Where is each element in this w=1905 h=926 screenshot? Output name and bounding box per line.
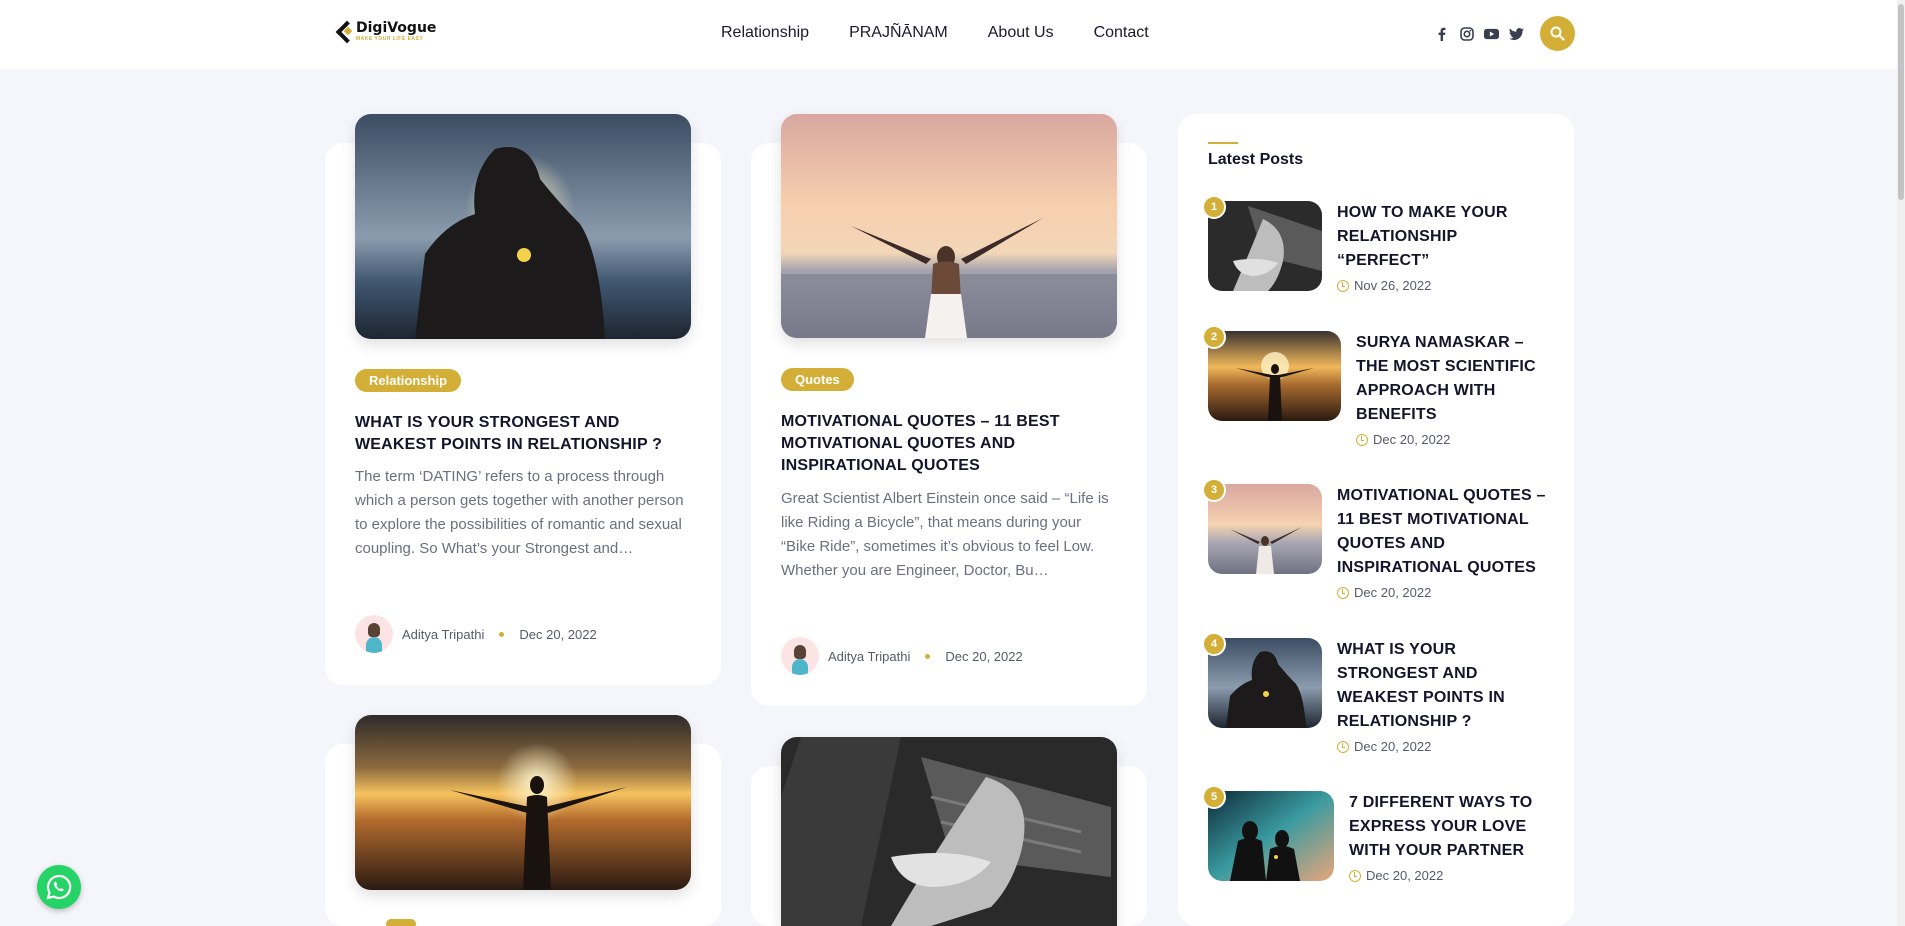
post-excerpt: The term ‘DATING’ refers to a process th… (355, 468, 684, 557)
post-meta: Aditya Tripathi Dec 20, 2022 (781, 637, 1023, 675)
post-rank-badge: 3 (1202, 478, 1226, 502)
main-nav: Relationship PRAJÑĀNAM About Us Contact (721, 24, 1189, 42)
sidebar-post[interactable]: 3 MOTIVATIONAL QUOTES – 11 BEST MOTIVATI… (1202, 478, 1552, 600)
sidebar-post[interactable]: 2 SURYA NAMASKAR – THE MOST SCIENTIFIC A… (1202, 325, 1552, 447)
youtube-icon[interactable] (1484, 26, 1499, 41)
search-icon (1550, 26, 1565, 41)
post-title[interactable]: WHAT IS YOUR STRONGEST AND WEAKEST POINT… (355, 412, 691, 456)
clock-icon (1337, 740, 1349, 753)
sidebar-post-title[interactable]: 7 DIFFERENT WAYS TO EXPRESS YOUR LOVE WI… (1349, 791, 1554, 863)
author-name[interactable]: Aditya Tripathi (402, 627, 484, 642)
meta-separator (499, 631, 505, 637)
twitter-icon[interactable] (1509, 26, 1524, 41)
post-rank-badge: 1 (1202, 195, 1226, 219)
post-image[interactable] (781, 114, 1117, 338)
logo-name: DigiVogue (356, 20, 437, 36)
sidebar-title: Latest Posts (1208, 151, 1304, 168)
social-links (1434, 26, 1524, 41)
sidebar-post[interactable]: 1 HOW TO MAKE YOUR RELATIONSHIP “PERFECT… (1202, 195, 1547, 293)
nav-prajnanam[interactable]: PRAJÑĀNAM (849, 24, 948, 42)
sidebar-post-date: Dec 20, 2022 (1354, 739, 1432, 754)
nav-relationship[interactable]: Relationship (721, 24, 809, 42)
sidebar-post-date: Dec 20, 2022 (1354, 585, 1432, 600)
sidebar-post-thumbnail[interactable] (1208, 791, 1334, 881)
whatsapp-icon (46, 874, 72, 900)
clock-icon (1356, 433, 1368, 446)
avatar[interactable] (781, 637, 819, 675)
nav-contact[interactable]: Contact (1094, 24, 1149, 42)
post-date: Dec 20, 2022 (519, 626, 597, 642)
post-date: Dec 20, 2022 (945, 648, 1023, 664)
avatar[interactable] (355, 615, 393, 653)
post-rank-badge: 2 (1202, 325, 1226, 349)
logo-mark-icon (337, 21, 353, 41)
sidebar-post-date-row: Dec 20, 2022 (1356, 432, 1552, 447)
title-accent-line (1208, 142, 1238, 144)
whatsapp-chat-button[interactable] (37, 865, 81, 909)
sidebar-post-thumbnail[interactable] (1208, 638, 1322, 728)
meta-separator (925, 653, 931, 659)
sidebar-post[interactable]: 5 7 DIFFERENT WAYS TO EXPRESS YOUR LOVE … (1202, 785, 1554, 883)
sidebar-post-title[interactable]: SURYA NAMASKAR – THE MOST SCIENTIFIC APP… (1356, 331, 1552, 427)
post-rank-badge: 4 (1202, 632, 1226, 656)
post-title[interactable]: MOTIVATIONAL QUOTES – 11 BEST MOTIVATION… (781, 411, 1117, 477)
page-scrollbar[interactable] (1897, 0, 1905, 926)
sidebar-post-date-row: Dec 20, 2022 (1337, 585, 1552, 600)
sidebar-post-title[interactable]: WHAT IS YOUR STRONGEST AND WEAKEST POINT… (1337, 638, 1533, 734)
site-logo[interactable]: DigiVogue MAKE YOUR LIFE EASY (337, 20, 436, 42)
clock-icon (1337, 279, 1349, 292)
sidebar-post-title[interactable]: HOW TO MAKE YOUR RELATIONSHIP “PERFECT” (1337, 201, 1547, 273)
clock-icon (1337, 586, 1349, 599)
facebook-icon[interactable] (1434, 26, 1449, 41)
logo-tagline: MAKE YOUR LIFE EASY (356, 36, 424, 42)
nav-about-us[interactable]: About Us (988, 24, 1054, 42)
sidebar-post[interactable]: 4 WHAT IS YOUR STRONGEST AND WEAKEST POI… (1202, 632, 1533, 754)
search-button[interactable] (1540, 16, 1575, 51)
sidebar-post-title[interactable]: MOTIVATIONAL QUOTES – 11 BEST MOTIVATION… (1337, 484, 1552, 580)
sidebar-post-thumbnail[interactable] (1208, 484, 1322, 574)
sidebar-post-date-row: Dec 20, 2022 (1349, 868, 1554, 883)
sidebar-post-date: Dec 20, 2022 (1366, 868, 1444, 883)
category-badge[interactable]: Quotes (781, 368, 854, 391)
clock-icon (1349, 869, 1361, 882)
sidebar-post-date-row: Dec 20, 2022 (1337, 739, 1533, 754)
post-rank-badge: 5 (1202, 785, 1226, 809)
sidebar-post-thumbnail[interactable] (1208, 201, 1322, 291)
instagram-icon[interactable] (1459, 26, 1474, 41)
site-header: DigiVogue MAKE YOUR LIFE EASY Relationsh… (0, 0, 1905, 69)
category-badge[interactable] (386, 919, 416, 926)
post-image[interactable] (355, 114, 691, 339)
category-badge[interactable]: Relationship (355, 369, 462, 392)
author-name[interactable]: Aditya Tripathi (828, 649, 910, 664)
post-image[interactable] (355, 715, 691, 890)
post-excerpt: Great Scientist Albert Einstein once sai… (781, 490, 1109, 579)
post-image[interactable] (781, 737, 1117, 926)
sidebar-post-thumbnail[interactable] (1208, 331, 1341, 421)
scrollbar-thumb[interactable] (1898, 4, 1904, 200)
sidebar-post-date: Nov 26, 2022 (1354, 278, 1432, 293)
sidebar-post-date: Dec 20, 2022 (1373, 432, 1451, 447)
post-meta: Aditya Tripathi Dec 20, 2022 (355, 615, 597, 653)
sidebar-post-date-row: Nov 26, 2022 (1337, 278, 1547, 293)
latest-posts-sidebar: Latest Posts 1 HOW TO MAKE YOUR RELATION… (1178, 114, 1574, 926)
